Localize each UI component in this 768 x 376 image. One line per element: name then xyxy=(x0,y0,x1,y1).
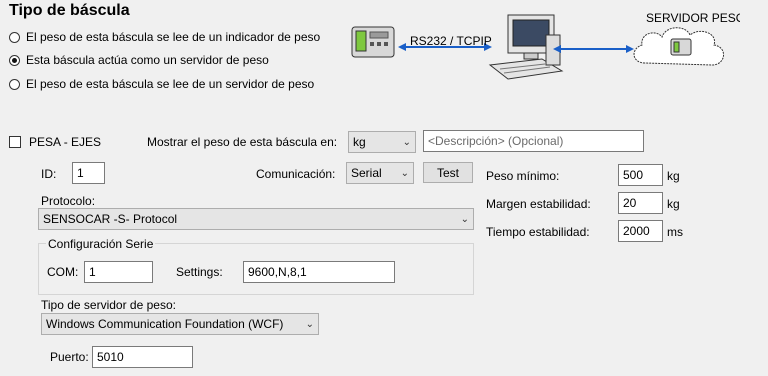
server-type-label: Tipo de servidor de peso: xyxy=(41,298,176,312)
description-placeholder: <Descripción> (Opcional) xyxy=(428,134,564,148)
id-label: ID: xyxy=(41,167,57,181)
radio-read-indicator[interactable] xyxy=(9,31,20,43)
test-button[interactable]: Test xyxy=(423,162,473,183)
display-unit-value: kg xyxy=(353,135,366,149)
id-value: 1 xyxy=(77,166,84,180)
port-label: Puerto: xyxy=(50,350,89,364)
display-unit-select[interactable]: kg ⌄ xyxy=(348,131,416,153)
com-value: 1 xyxy=(89,265,96,279)
protocol-select[interactable]: SENSOCAR -S- Protocol ⌄ xyxy=(38,208,474,230)
com-input[interactable]: 1 xyxy=(84,261,153,283)
chevron-down-icon: ⌄ xyxy=(402,136,411,148)
port-input[interactable]: 5010 xyxy=(92,346,193,368)
stability-time-label: Tiempo estabilidad: xyxy=(486,225,590,239)
page-title: Tipo de báscula xyxy=(9,2,130,19)
min-weight-value: 500 xyxy=(623,168,644,182)
server-type-value: Windows Communication Foundation (WCF) xyxy=(46,317,284,331)
com-label: COM: xyxy=(47,265,79,279)
protocol-value: SENSOCAR -S- Protocol xyxy=(43,212,178,226)
min-weight-label: Peso mínimo: xyxy=(486,169,560,183)
chevron-down-icon: ⌄ xyxy=(305,318,314,330)
settings-value: 9600,N,8,1 xyxy=(248,265,307,279)
stability-time-value: 2000 xyxy=(623,224,650,238)
port-value: 5010 xyxy=(97,350,124,364)
margin-stability-value: 20 xyxy=(623,196,637,210)
chevron-down-icon: ⌄ xyxy=(400,167,409,179)
server-label: SERVIDOR PESO xyxy=(646,11,740,25)
option-read-server-label: El peso de esta báscula se lee de un ser… xyxy=(26,77,315,91)
pesa-ejes-checkbox[interactable] xyxy=(9,136,21,148)
scale-indicator-icon xyxy=(351,26,395,58)
option-act-as-server[interactable]: Esta báscula actúa como un servidor de p… xyxy=(9,52,269,68)
serial-config-title: Configuración Serie xyxy=(46,237,156,251)
cloud-server-icon xyxy=(633,27,724,66)
settings-input[interactable]: 9600,N,8,1 xyxy=(243,261,395,283)
id-input[interactable]: 1 xyxy=(72,162,105,184)
description-input[interactable]: <Descripción> (Opcional) xyxy=(423,130,644,152)
communication-select[interactable]: Serial ⌄ xyxy=(346,162,414,184)
margin-stability-label: Margen estabilidad: xyxy=(486,197,591,211)
min-weight-input[interactable]: 500 xyxy=(618,164,663,186)
pesa-ejes-label: PESA - EJES xyxy=(29,135,102,149)
min-weight-unit: kg xyxy=(667,169,680,183)
computer-icon xyxy=(488,14,564,80)
option-read-indicator-label: El peso de esta báscula se lee de un ind… xyxy=(26,30,321,44)
option-read-server[interactable]: El peso de esta báscula se lee de un ser… xyxy=(9,76,314,92)
stability-time-unit: ms xyxy=(667,225,683,239)
margin-stability-input[interactable]: 20 xyxy=(618,192,663,214)
pesa-ejes-option[interactable]: PESA - EJES xyxy=(9,135,101,149)
radio-read-server[interactable] xyxy=(9,78,20,90)
display-unit-label: Mostrar el peso de esta báscula en: xyxy=(147,135,338,149)
protocol-label: Protocolo: xyxy=(41,194,96,208)
connection-diagram: RS232 / TCPIP SERVIDOR PESO xyxy=(351,11,740,80)
option-read-indicator[interactable]: El peso de esta báscula se lee de un ind… xyxy=(9,29,320,45)
chevron-down-icon: ⌄ xyxy=(460,213,469,225)
server-type-select[interactable]: Windows Communication Foundation (WCF) ⌄ xyxy=(41,313,319,335)
settings-label: Settings: xyxy=(176,265,223,279)
communication-value: Serial xyxy=(351,166,382,180)
link-label: RS232 / TCPIP xyxy=(410,34,492,48)
margin-stability-unit: kg xyxy=(667,197,680,211)
option-act-as-server-label: Esta báscula actúa como un servidor de p… xyxy=(26,53,269,67)
communication-label: Comunicación: xyxy=(256,167,336,181)
radio-act-as-server[interactable] xyxy=(9,54,20,66)
stability-time-input[interactable]: 2000 xyxy=(618,220,663,242)
